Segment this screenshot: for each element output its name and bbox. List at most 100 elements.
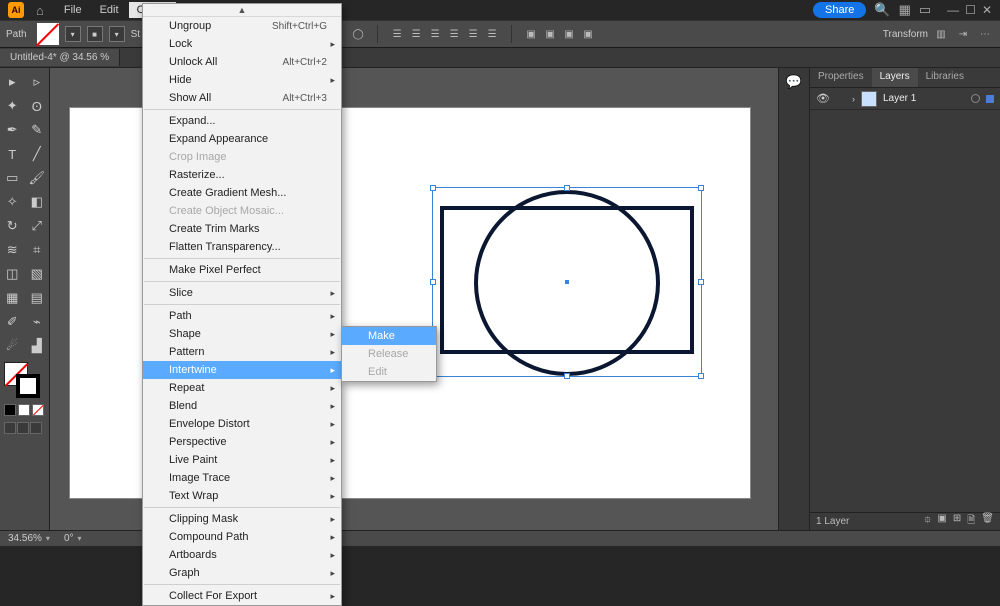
menu-blend[interactable]: Blend▸	[143, 397, 341, 415]
menu-artboards[interactable]: Artboards▸	[143, 546, 341, 564]
menu-expand[interactable]: Expand...	[143, 112, 341, 130]
layer-name[interactable]: Layer 1	[883, 93, 965, 104]
width-tool-icon[interactable]: ≋	[0, 238, 25, 262]
menu-scroll-up-icon[interactable]: ▲	[143, 4, 341, 17]
stroke-color-swatch[interactable]	[16, 374, 40, 398]
selection-tool-icon[interactable]: ▸	[0, 70, 25, 94]
pen-tool-icon[interactable]: ✒	[0, 118, 25, 142]
share-button[interactable]: Share	[813, 2, 866, 18]
menu-compound-path[interactable]: Compound Path▸	[143, 528, 341, 546]
selection-handle[interactable]	[698, 373, 704, 379]
menu-perspective[interactable]: Perspective▸	[143, 433, 341, 451]
fill-swatch[interactable]	[37, 23, 59, 45]
align-vcenter-icon[interactable]: ☰	[464, 25, 482, 43]
menu-unlock-all[interactable]: Unlock AllAlt+Ctrl+2	[143, 53, 341, 71]
window-minimize-icon[interactable]: —	[947, 3, 959, 17]
recolor-icon[interactable]: ◯	[349, 25, 367, 43]
menu-create-trim-marks[interactable]: Create Trim Marks	[143, 220, 341, 238]
more-options-icon[interactable]: ⋯	[976, 25, 994, 43]
menu-rasterize[interactable]: Rasterize...	[143, 166, 341, 184]
color-mode-icon[interactable]	[4, 404, 16, 416]
layer-target-icon[interactable]	[971, 94, 980, 103]
selection-handle[interactable]	[698, 279, 704, 285]
comments-panel-icon[interactable]: 💬	[786, 74, 802, 90]
menu-pattern[interactable]: Pattern▸	[143, 343, 341, 361]
draw-behind-icon[interactable]	[17, 422, 29, 434]
selection-handle[interactable]	[698, 185, 704, 191]
lasso-tool-icon[interactable]: ʘ	[25, 94, 50, 118]
align-hcenter-icon[interactable]: ☰	[407, 25, 425, 43]
type-tool-icon[interactable]: T	[0, 142, 25, 166]
menu-file[interactable]: File	[56, 2, 90, 18]
selection-handle[interactable]	[430, 185, 436, 191]
new-sublayer-icon[interactable]: ⊞	[953, 513, 961, 530]
fill-dropdown[interactable]: ▾	[65, 26, 81, 42]
tab-layers[interactable]: Layers	[872, 68, 918, 87]
menu-lock[interactable]: Lock▸	[143, 35, 341, 53]
menu-flatten-transparency[interactable]: Flatten Transparency...	[143, 238, 341, 256]
menu-edit[interactable]: Edit	[92, 2, 127, 18]
stroke-swatch[interactable]: ■	[87, 26, 103, 42]
menu-intertwine[interactable]: Intertwine▸	[143, 361, 341, 379]
align-to-icon[interactable]: ⇥	[954, 25, 972, 43]
menu-repeat[interactable]: Repeat▸	[143, 379, 341, 397]
submenu-make[interactable]: Make	[342, 327, 436, 345]
window-close-icon[interactable]: ✕	[982, 3, 992, 17]
align-bottom-icon[interactable]: ☰	[483, 25, 501, 43]
transform-label[interactable]: Transform	[883, 29, 928, 40]
selection-handle[interactable]	[430, 279, 436, 285]
stroke-dropdown[interactable]: ▾	[109, 26, 125, 42]
perspective-tool-icon[interactable]: ▧	[25, 262, 50, 286]
home-icon[interactable]: ⌂	[36, 3, 44, 18]
zoom-field[interactable]: 34.56%▾	[8, 533, 50, 544]
pathfinder-exclude-icon[interactable]: ▣	[579, 25, 597, 43]
paintbrush-tool-icon[interactable]: 🖌	[25, 166, 50, 190]
pathfinder-unite-icon[interactable]: ▣	[522, 25, 540, 43]
blend-tool-icon[interactable]: ⌁	[25, 310, 50, 334]
pathfinder-minus-icon[interactable]: ▣	[541, 25, 559, 43]
menu-envelope-distort[interactable]: Envelope Distort▸	[143, 415, 341, 433]
fill-stroke-swatches[interactable]	[4, 362, 44, 402]
menu-hide[interactable]: Hide▸	[143, 71, 341, 89]
layer-row[interactable]: 👁 › Layer 1	[810, 88, 1000, 110]
shaper-tool-icon[interactable]: ✧	[0, 190, 25, 214]
menu-text-wrap[interactable]: Text Wrap▸	[143, 487, 341, 505]
draw-inside-icon[interactable]	[30, 422, 42, 434]
menu-graph[interactable]: Graph▸	[143, 564, 341, 582]
menu-image-trace[interactable]: Image Trace▸	[143, 469, 341, 487]
rotate-field[interactable]: 0°▾	[64, 533, 82, 544]
direct-selection-tool-icon[interactable]: ▹	[25, 70, 50, 94]
magic-wand-tool-icon[interactable]: ✦	[0, 94, 25, 118]
menu-ungroup[interactable]: UngroupShift+Ctrl+G	[143, 17, 341, 35]
eraser-tool-icon[interactable]: ◧	[25, 190, 50, 214]
isolate-icon[interactable]: ▥	[932, 25, 950, 43]
menu-make-pixel-perfect[interactable]: Make Pixel Perfect	[143, 261, 341, 279]
scale-tool-icon[interactable]: ⤢	[25, 214, 50, 238]
free-transform-tool-icon[interactable]: ⌗	[25, 238, 50, 262]
align-left-icon[interactable]: ☰	[388, 25, 406, 43]
document-tab[interactable]: Untitled-4* @ 34.56 %	[0, 49, 120, 66]
align-top-icon[interactable]: ☰	[445, 25, 463, 43]
menu-expand-appearance[interactable]: Expand Appearance	[143, 130, 341, 148]
layer-expand-icon[interactable]: ›	[852, 94, 855, 104]
rectangle-tool-icon[interactable]: ▭	[0, 166, 25, 190]
line-tool-icon[interactable]: ╱	[25, 142, 50, 166]
workspace-icon[interactable]: ▭	[919, 2, 931, 18]
menu-path[interactable]: Path▸	[143, 307, 341, 325]
gradient-mode-icon[interactable]	[18, 404, 30, 416]
pathfinder-intersect-icon[interactable]: ▣	[560, 25, 578, 43]
selection-handle[interactable]	[564, 373, 570, 379]
new-layer-icon[interactable]: 🗎	[967, 513, 975, 530]
make-clipping-mask-icon[interactable]: ▣	[937, 513, 946, 530]
shape-builder-tool-icon[interactable]: ◫	[0, 262, 25, 286]
selection-bounding-box[interactable]	[432, 187, 702, 377]
tab-libraries[interactable]: Libraries	[918, 68, 972, 87]
mesh-tool-icon[interactable]: ▦	[0, 286, 25, 310]
selection-handle[interactable]	[564, 185, 570, 191]
menu-collect-for-export[interactable]: Collect For Export▸	[143, 587, 341, 605]
menu-shape[interactable]: Shape▸	[143, 325, 341, 343]
draw-normal-icon[interactable]	[4, 422, 16, 434]
menu-slice[interactable]: Slice▸	[143, 284, 341, 302]
arrange-docs-icon[interactable]: ▦	[899, 2, 911, 18]
menu-clipping-mask[interactable]: Clipping Mask▸	[143, 510, 341, 528]
